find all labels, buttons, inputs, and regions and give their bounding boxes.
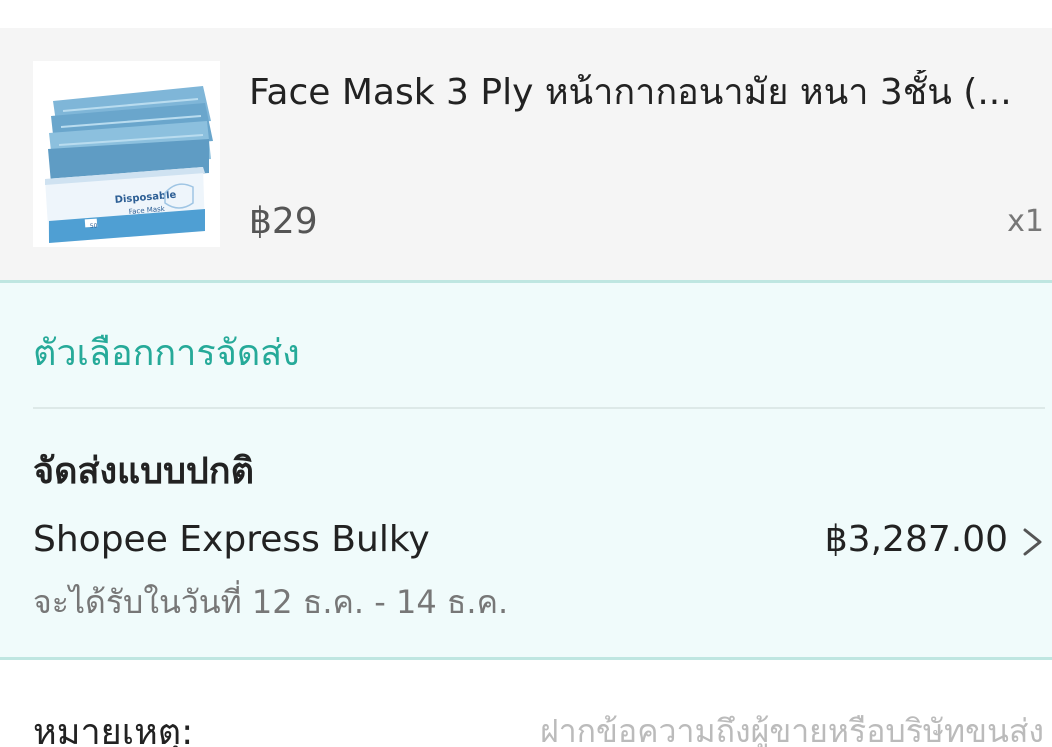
product-price: ฿29 bbox=[249, 201, 318, 242]
chevron-right-icon[interactable] bbox=[1020, 527, 1046, 557]
shipping-option-row[interactable]: Shopee Express Bulky ฿3,287.00 จะได้รับใ… bbox=[0, 511, 1052, 621]
shipping-options-header: ตัวเลือกการจัดส่ง bbox=[33, 333, 300, 374]
delivery-estimate: จะได้รับในวันที่ 12 ธ.ค. - 14 ธ.ค. bbox=[33, 583, 509, 621]
note-label: หมายเหตุ: bbox=[33, 712, 194, 747]
box-count-text: 50 bbox=[90, 222, 98, 230]
carrier-name: Shopee Express Bulky bbox=[33, 519, 430, 560]
note-input[interactable] bbox=[484, 710, 1044, 747]
product-title[interactable]: Face Mask 3 Ply หน้ากากอนามัย หนา 3ชั้น … bbox=[249, 70, 1039, 116]
note-row: หมายเหตุ: bbox=[0, 660, 1052, 747]
product-image: Disposable Face Mask 50 bbox=[33, 61, 220, 247]
product-card: Disposable Face Mask 50 Face Mask 3 Ply … bbox=[0, 28, 1052, 280]
checkout-page: Disposable Face Mask 50 Face Mask 3 Ply … bbox=[0, 0, 1052, 747]
product-quantity: x1 bbox=[1007, 204, 1044, 239]
shipping-type-label: จัดส่งแบบปกติ bbox=[33, 451, 254, 492]
top-spacer bbox=[0, 0, 1052, 28]
section-divider bbox=[33, 407, 1045, 409]
shipping-fee: ฿3,287.00 bbox=[824, 519, 1008, 560]
shipping-options-section: ตัวเลือกการจัดส่ง จัดส่งแบบปกติ Shopee E… bbox=[0, 280, 1052, 660]
